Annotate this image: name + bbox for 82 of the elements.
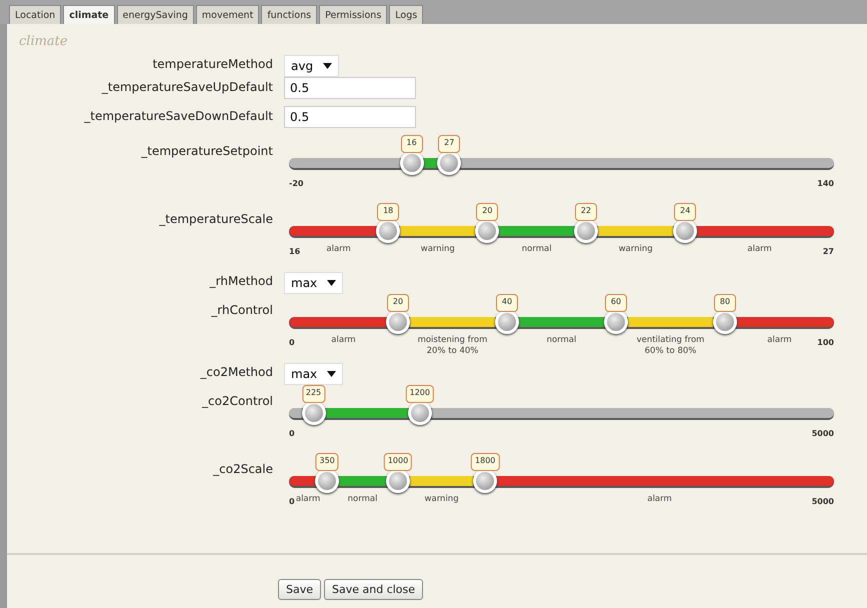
value-label: 40 <box>496 294 518 312</box>
input-field[interactable]: 0.5 <box>284 77 416 99</box>
slider-handle[interactable] <box>386 310 410 334</box>
dropdown[interactable]: avg <box>284 55 340 77</box>
slider-handle[interactable] <box>437 151 462 175</box>
max-label: 140 <box>817 179 834 188</box>
input-field[interactable]: 0.5 <box>284 106 416 128</box>
value-label: 20 <box>476 203 498 221</box>
slider-handle[interactable] <box>473 469 498 493</box>
slider-handle[interactable] <box>475 219 500 243</box>
field-label: _temperatureScale <box>159 211 273 226</box>
zone-label: alarm <box>747 244 772 256</box>
field-label: _rhControl <box>211 302 273 317</box>
slider-handle[interactable] <box>408 401 432 425</box>
zone-label: warning <box>420 244 455 256</box>
min-label: 0 <box>289 497 295 506</box>
max-label: 5000 <box>812 429 834 438</box>
max-label: 100 <box>817 338 834 347</box>
tab[interactable]: climate <box>63 5 115 24</box>
max-label: 27 <box>822 247 834 256</box>
max-label: 5000 <box>812 497 834 506</box>
tab[interactable]: movement <box>196 5 260 24</box>
min-label: 0 <box>289 429 295 438</box>
field-label: _temperatureSetpoint <box>141 143 273 158</box>
zone-label: warning <box>424 494 459 506</box>
tab[interactable]: functions <box>261 5 318 24</box>
value-label: 20 <box>387 294 409 312</box>
save-button[interactable]: Save <box>278 579 322 600</box>
slider-handle[interactable] <box>376 219 400 243</box>
value-label: 22 <box>575 203 598 221</box>
zone-label: normal <box>522 244 552 256</box>
tab[interactable]: Permissions <box>319 5 388 24</box>
tab[interactable]: energySaving <box>116 5 194 24</box>
zone-label: alarm <box>331 335 356 347</box>
zone-label: warning <box>618 244 653 256</box>
dropdown[interactable]: max <box>284 363 344 385</box>
caret-icon <box>323 63 332 69</box>
caret-icon <box>327 371 336 377</box>
value-label: 350 <box>316 453 339 471</box>
zone-label: normal <box>348 494 378 506</box>
field-label: _temperatureSaveUpDefault <box>102 79 273 94</box>
slider-handle[interactable] <box>713 310 737 334</box>
dropdown[interactable]: max <box>284 272 344 294</box>
zone-label: alarm <box>296 494 320 506</box>
save-button[interactable]: Save and close <box>324 579 424 600</box>
value-label: 60 <box>605 294 627 312</box>
slider-handle[interactable] <box>574 219 598 243</box>
min-label: 0 <box>289 338 295 347</box>
section-title: climate <box>18 33 69 50</box>
zone-label: normal <box>546 335 576 347</box>
slider-handle[interactable] <box>302 401 326 425</box>
slider-handle[interactable] <box>673 219 698 243</box>
tab[interactable]: Logs <box>389 5 424 24</box>
min-label: 16 <box>289 247 300 256</box>
value-label: 24 <box>674 203 696 221</box>
value-label: 1200 <box>406 385 434 403</box>
field-label: _rhMethod <box>210 273 273 288</box>
zone-label: ventilating from 60% to 80% <box>636 335 706 357</box>
value-label: 1800 <box>471 453 500 471</box>
value-label: 27 <box>438 135 460 153</box>
field-label: _co2Scale <box>213 461 273 476</box>
slider-handle[interactable] <box>604 310 628 334</box>
value-label: 1000 <box>384 453 412 471</box>
slider-handle[interactable] <box>386 469 410 493</box>
zone-label: alarm <box>767 335 792 347</box>
value-label: 225 <box>302 385 326 403</box>
zone-label: alarm <box>647 494 672 506</box>
slider-handle[interactable] <box>400 151 424 175</box>
zone-label: alarm <box>326 244 351 256</box>
tab[interactable]: Location <box>9 5 62 24</box>
field-label: _temperatureSaveDownDefault <box>84 108 273 123</box>
caret-icon <box>327 280 336 286</box>
field-label: _co2Control <box>202 393 273 408</box>
slider-handle[interactable] <box>495 310 519 334</box>
zone-label: moistening from 20% to 40% <box>416 335 488 357</box>
value-label: 80 <box>714 294 736 312</box>
min-label: -20 <box>289 179 304 188</box>
value-label: 16 <box>400 135 423 153</box>
value-label: 18 <box>377 203 400 221</box>
slider-handle[interactable] <box>315 469 340 493</box>
field-label: _co2Method <box>200 364 273 379</box>
field-label: temperatureMethod <box>152 56 273 71</box>
